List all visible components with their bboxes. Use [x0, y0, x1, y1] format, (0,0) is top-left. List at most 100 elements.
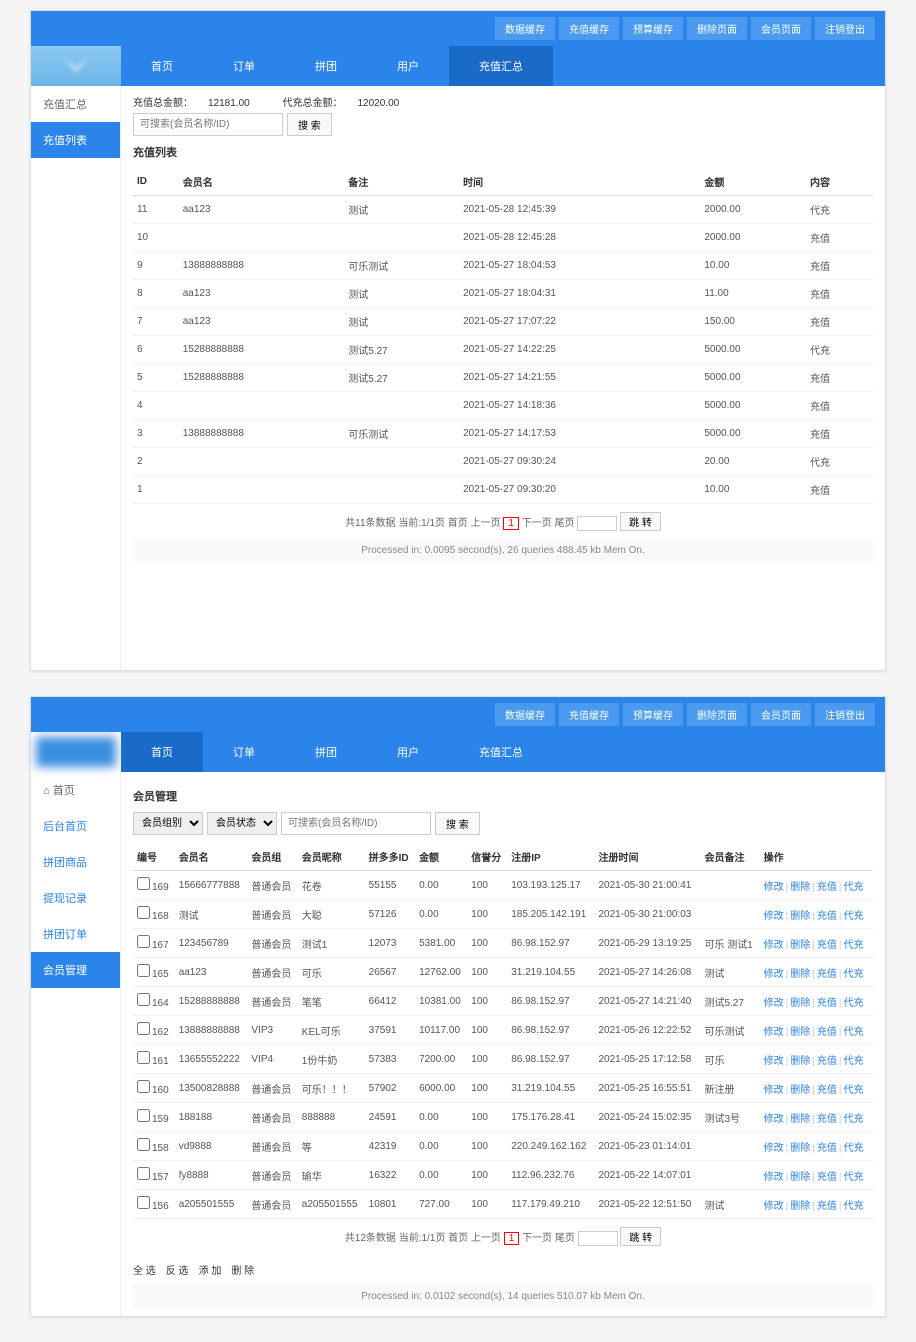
- action-link[interactable]: 代充: [843, 1114, 863, 1125]
- bulk-action[interactable]: 删 除: [231, 1266, 254, 1277]
- sidebar-item[interactable]: 充值汇总: [31, 86, 120, 122]
- action-link[interactable]: 充值: [817, 911, 837, 922]
- row-checkbox[interactable]: [137, 906, 150, 919]
- action-link[interactable]: 删除: [790, 969, 810, 980]
- action-link[interactable]: 修改: [764, 1201, 784, 1212]
- nav-item[interactable]: 首页: [121, 732, 203, 772]
- top-button[interactable]: 预算缓存: [623, 17, 683, 40]
- bulk-action[interactable]: 全 选: [133, 1266, 156, 1277]
- action-link[interactable]: 删除: [790, 1201, 810, 1212]
- nav-item[interactable]: 订单: [203, 46, 285, 86]
- nav-item[interactable]: 用户: [367, 732, 449, 772]
- action-link[interactable]: 修改: [764, 1027, 784, 1038]
- nav-item[interactable]: 首页: [121, 46, 203, 86]
- action-link[interactable]: 删除: [790, 1143, 810, 1154]
- top-button[interactable]: 充值缓存: [559, 17, 619, 40]
- action-link[interactable]: 充值: [817, 882, 837, 893]
- row-checkbox[interactable]: [137, 993, 150, 1006]
- nav-item[interactable]: 充值汇总: [449, 46, 553, 86]
- action-link[interactable]: 充值: [817, 1056, 837, 1067]
- page-jump-input[interactable]: [578, 1231, 618, 1246]
- action-link[interactable]: 充值: [817, 998, 837, 1009]
- sidebar-item[interactable]: 会员管理: [31, 952, 120, 988]
- top-button[interactable]: 数据缓存: [495, 17, 555, 40]
- top-button[interactable]: 数据缓存: [495, 703, 555, 726]
- action-link[interactable]: 代充: [843, 911, 863, 922]
- action-link[interactable]: 删除: [790, 1172, 810, 1183]
- action-link[interactable]: 删除: [790, 940, 810, 951]
- action-link[interactable]: 代充: [843, 969, 863, 980]
- nav-item[interactable]: 订单: [203, 732, 285, 772]
- action-link[interactable]: 修改: [764, 1143, 784, 1154]
- action-link[interactable]: 代充: [843, 1027, 863, 1038]
- sidebar-item[interactable]: ⌂ 首页: [31, 772, 120, 808]
- action-link[interactable]: 修改: [764, 1085, 784, 1096]
- action-link[interactable]: 充值: [817, 1085, 837, 1096]
- action-link[interactable]: 代充: [843, 998, 863, 1009]
- row-checkbox[interactable]: [137, 1022, 150, 1035]
- row-checkbox[interactable]: [137, 964, 150, 977]
- page-jump-input[interactable]: [577, 516, 617, 531]
- action-link[interactable]: 删除: [790, 911, 810, 922]
- action-link[interactable]: 充值: [817, 940, 837, 951]
- page-go-button[interactable]: 跳 转: [620, 1227, 661, 1246]
- action-link[interactable]: 代充: [843, 1143, 863, 1154]
- action-link[interactable]: 修改: [764, 998, 784, 1009]
- sidebar-item[interactable]: 提现记录: [31, 880, 120, 916]
- action-link[interactable]: 修改: [764, 1056, 784, 1067]
- page-go-button[interactable]: 跳 转: [620, 512, 661, 531]
- sidebar-item[interactable]: 后台首页: [31, 808, 120, 844]
- row-checkbox[interactable]: [137, 1138, 150, 1151]
- action-link[interactable]: 删除: [790, 1056, 810, 1067]
- action-link[interactable]: 删除: [790, 1027, 810, 1038]
- top-button[interactable]: 充值缓存: [559, 703, 619, 726]
- top-button[interactable]: 注销登出: [815, 703, 875, 726]
- group-select[interactable]: 会员组别: [133, 812, 203, 835]
- search-input[interactable]: [281, 812, 431, 835]
- action-link[interactable]: 充值: [817, 1143, 837, 1154]
- top-button[interactable]: 会员页面: [751, 17, 811, 40]
- action-link[interactable]: 代充: [843, 1056, 863, 1067]
- sidebar-item[interactable]: 拼团商品: [31, 844, 120, 880]
- row-checkbox[interactable]: [137, 1051, 150, 1064]
- row-checkbox[interactable]: [137, 935, 150, 948]
- row-checkbox[interactable]: [137, 1109, 150, 1122]
- action-link[interactable]: 充值: [817, 1027, 837, 1038]
- search-input[interactable]: [133, 113, 283, 136]
- action-link[interactable]: 充值: [817, 969, 837, 980]
- nav-item[interactable]: 充值汇总: [449, 732, 553, 772]
- action-link[interactable]: 删除: [790, 1085, 810, 1096]
- action-link[interactable]: 代充: [843, 1085, 863, 1096]
- action-link[interactable]: 删除: [790, 882, 810, 893]
- action-link[interactable]: 代充: [843, 1201, 863, 1212]
- nav-item[interactable]: 拼团: [285, 732, 367, 772]
- search-button[interactable]: 搜 索: [287, 113, 332, 136]
- row-checkbox[interactable]: [137, 877, 150, 890]
- sidebar-item[interactable]: 拼团订单: [31, 916, 120, 952]
- row-checkbox[interactable]: [137, 1080, 150, 1093]
- status-select[interactable]: 会员状态: [207, 812, 277, 835]
- action-link[interactable]: 删除: [790, 1114, 810, 1125]
- action-link[interactable]: 充值: [817, 1201, 837, 1212]
- top-button[interactable]: 删除页面: [687, 703, 747, 726]
- bulk-action[interactable]: 反 选: [166, 1266, 189, 1277]
- row-checkbox[interactable]: [137, 1167, 150, 1180]
- action-link[interactable]: 代充: [843, 882, 863, 893]
- action-link[interactable]: 代充: [843, 940, 863, 951]
- sidebar-item[interactable]: 充值列表: [31, 122, 120, 158]
- action-link[interactable]: 修改: [764, 911, 784, 922]
- row-checkbox[interactable]: [137, 1196, 150, 1209]
- action-link[interactable]: 充值: [817, 1172, 837, 1183]
- action-link[interactable]: 修改: [764, 1114, 784, 1125]
- search-button[interactable]: 搜 索: [435, 812, 480, 835]
- action-link[interactable]: 修改: [764, 1172, 784, 1183]
- top-button[interactable]: 会员页面: [751, 703, 811, 726]
- bulk-action[interactable]: 添 加: [199, 1266, 222, 1277]
- top-button[interactable]: 删除页面: [687, 17, 747, 40]
- action-link[interactable]: 删除: [790, 998, 810, 1009]
- action-link[interactable]: 充值: [817, 1114, 837, 1125]
- nav-item[interactable]: 用户: [367, 46, 449, 86]
- nav-item[interactable]: 拼团: [285, 46, 367, 86]
- action-link[interactable]: 修改: [764, 882, 784, 893]
- action-link[interactable]: 修改: [764, 969, 784, 980]
